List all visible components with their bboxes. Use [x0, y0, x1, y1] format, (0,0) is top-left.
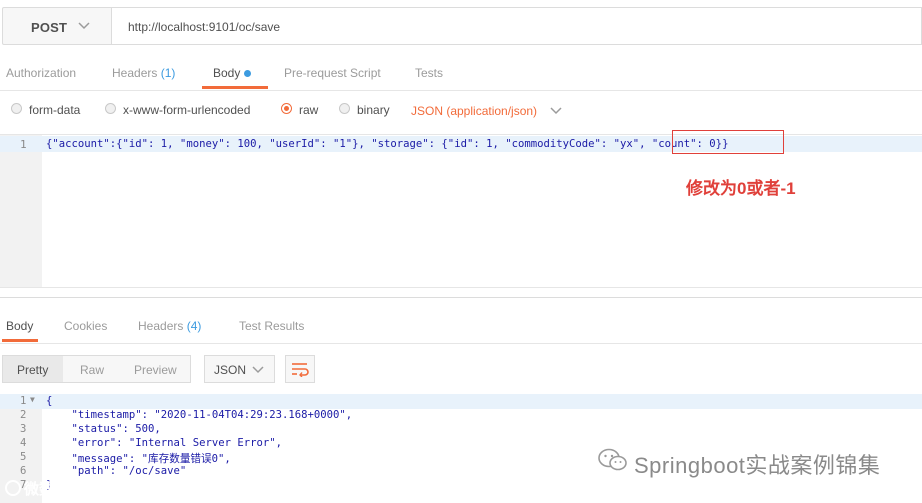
line-number: 6: [20, 465, 27, 477]
url-text: http://localhost:9101/oc/save: [128, 20, 281, 34]
line-text: {: [46, 395, 53, 407]
line-text: "path": "/oc/save": [46, 465, 187, 477]
line-text: "error": "Internal Server Error",: [46, 437, 283, 449]
radio-raw[interactable]: [281, 103, 292, 114]
url-input[interactable]: http://localhost:9101/oc/save: [112, 7, 922, 45]
fold-arrow-icon[interactable]: ▼: [30, 395, 35, 404]
watermark-text: Springboot实战案例锦集: [634, 453, 881, 478]
radio-raw-label: raw: [299, 103, 319, 117]
request-json-line: {"account":{"id": 1, "money": 100, "user…: [46, 138, 729, 150]
wechat-logo-icon: [598, 448, 627, 471]
chevron-down-icon: [252, 366, 264, 374]
tab-body[interactable]: Body: [213, 66, 252, 80]
line-number: 1: [20, 138, 27, 151]
line-number: 1: [20, 395, 27, 407]
method-select[interactable]: POST: [2, 7, 112, 45]
response-line: 2 "timestamp": "2020-11-04T04:29:23.168+…: [0, 409, 922, 423]
view-raw-button[interactable]: Raw: [80, 363, 104, 377]
pane-divider[interactable]: [0, 297, 922, 298]
line-number: 5: [20, 451, 27, 463]
response-tab-test-results[interactable]: Test Results: [239, 319, 304, 333]
format-label: JSON: [214, 363, 247, 377]
wrap-lines-icon: [292, 363, 309, 377]
line-number: 3: [20, 423, 27, 435]
response-tab-headers-count: (4): [186, 319, 202, 333]
tab-headers[interactable]: Headers (1): [112, 66, 175, 80]
divider: [0, 90, 922, 91]
tab-headers-count: (1): [160, 66, 176, 80]
line-text: "status": 500,: [46, 423, 161, 435]
request-url-bar: POST http://localhost:9101/oc/save: [0, 7, 922, 47]
response-tab-cookies[interactable]: Cookies: [64, 319, 107, 333]
radio-binary-label: binary: [357, 103, 390, 117]
response-line: 7}: [0, 479, 922, 493]
modified-dot-icon: [244, 70, 252, 78]
content-type-select[interactable]: JSON (application/json): [411, 104, 537, 118]
method-label: POST: [31, 20, 68, 35]
radio-form-data-label: form-data: [29, 103, 81, 117]
response-tab-headers-label: Headers: [138, 319, 184, 333]
divider: [0, 343, 922, 344]
line-number: 2: [20, 409, 27, 421]
highlight-box: [672, 130, 784, 154]
response-line: 1 ▼ {: [0, 395, 922, 409]
chevron-down-icon: [78, 22, 90, 30]
chevron-down-icon: [550, 107, 562, 115]
radio-binary[interactable]: [339, 103, 350, 114]
line-number: 4: [20, 437, 27, 449]
watermark-logo-icon: [5, 480, 21, 496]
line-text: "timestamp": "2020-11-04T04:29:23.168+00…: [46, 409, 353, 421]
response-line: 3 "status": 500,: [0, 423, 922, 437]
response-tab-headers[interactable]: Headers (4): [138, 319, 201, 333]
corner-watermark-text: 微数跨境: [24, 481, 85, 498]
tab-tests[interactable]: Tests: [415, 66, 443, 80]
line-gutter: [0, 135, 42, 287]
view-pretty-button[interactable]: Pretty: [17, 363, 48, 377]
radio-x-www-form-urlencoded-label: x-www-form-urlencoded: [123, 103, 251, 117]
active-tab-indicator: [202, 86, 268, 89]
tab-body-label: Body: [213, 66, 241, 80]
annotation-text: 修改为0或者-1: [686, 179, 796, 198]
request-body-editor[interactable]: 1 {"account":{"id": 1, "money": 100, "us…: [0, 134, 922, 288]
tab-pre-request-script[interactable]: Pre-request Script: [284, 66, 381, 80]
radio-form-data[interactable]: [11, 103, 22, 114]
line-text: "message": "库存数量错误0",: [46, 453, 231, 465]
tab-headers-label: Headers: [112, 66, 158, 80]
view-preview-button[interactable]: Preview: [134, 363, 177, 377]
radio-x-www-form-urlencoded[interactable]: [105, 103, 116, 114]
tab-authorization[interactable]: Authorization: [6, 66, 76, 80]
active-response-tab-indicator: [2, 339, 38, 342]
response-tab-body[interactable]: Body: [6, 319, 33, 333]
